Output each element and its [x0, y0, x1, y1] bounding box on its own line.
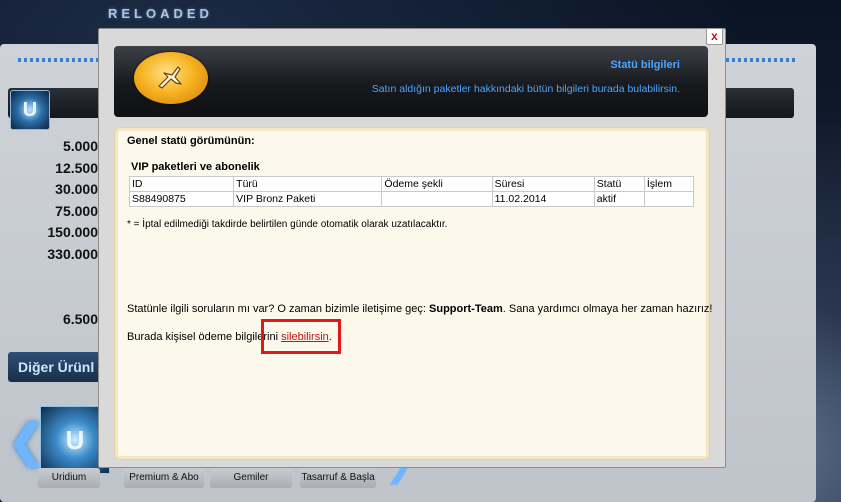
- close-icon[interactable]: x: [706, 28, 723, 45]
- uridium-amount-list: 5.000 12.500 30.000 75.000 150.000 330.0…: [42, 136, 98, 331]
- cell-action[interactable]: [643, 191, 695, 207]
- column-header-payment: Ödeme şekli: [381, 176, 493, 192]
- tab-uridium[interactable]: Uridium: [38, 468, 100, 488]
- column-header-status: Statü: [593, 176, 645, 192]
- column-header-id: ID: [128, 176, 235, 192]
- amount-item[interactable]: 330.000: [42, 244, 98, 266]
- table-header-row: ID Türü Ödeme şekli Süresi Statü İşlem: [128, 176, 695, 192]
- product-tabs: Uridium Premium & Abo Gemiler Tasarruf &…: [38, 468, 418, 488]
- modal-subtitle: Satın aldığın paketler hakkındaki bütün …: [371, 83, 680, 95]
- modal-title: Statü bilgileri: [610, 59, 680, 71]
- column-header-action: İşlem: [643, 176, 695, 192]
- amount-item[interactable]: 12.500: [42, 158, 98, 180]
- amount-item[interactable]: 30.000: [42, 179, 98, 201]
- cell-duration: 11.02.2014: [491, 191, 595, 207]
- tab-savings[interactable]: Tasarruf & Başla: [300, 468, 376, 488]
- vip-package-table: ID Türü Ödeme şekli Süresi Statü İşlem S…: [128, 176, 695, 207]
- uridium-emblem-icon: U: [10, 90, 50, 130]
- highlight-annotation: [261, 319, 341, 354]
- cell-status: aktif: [593, 191, 645, 207]
- support-team-link[interactable]: Support-Team: [429, 303, 503, 315]
- amount-item[interactable]: 75.000: [42, 201, 98, 223]
- game-logo: RELOADED: [108, 6, 213, 21]
- amount-item[interactable]: 150.000: [42, 222, 98, 244]
- column-header-duration: Süresi: [491, 176, 595, 192]
- tab-premium[interactable]: Premium & Abo: [124, 468, 204, 488]
- tab-ships[interactable]: Gemiler: [210, 468, 292, 488]
- table-row: S88490875 VIP Bronz Paketi 11.02.2014 ak…: [128, 191, 695, 207]
- column-header-type: Türü: [233, 176, 383, 192]
- cell-type: VIP Bronz Paketi: [233, 191, 383, 207]
- amount-item[interactable]: 6.500: [42, 309, 98, 331]
- renewal-note: * = İptal edilmediği takdirde belirtilen…: [127, 219, 448, 230]
- cell-id: S88490875: [128, 191, 235, 207]
- vip-heading: VIP paketleri ve abonelik: [131, 161, 260, 173]
- ship-badge-icon: [134, 52, 208, 104]
- cell-payment: [381, 191, 493, 207]
- overview-heading: Genel statü görümünün:: [127, 135, 255, 147]
- amount-item[interactable]: 5.000: [42, 136, 98, 158]
- support-text: Statünle ilgili soruların mı var? O zama…: [127, 303, 713, 315]
